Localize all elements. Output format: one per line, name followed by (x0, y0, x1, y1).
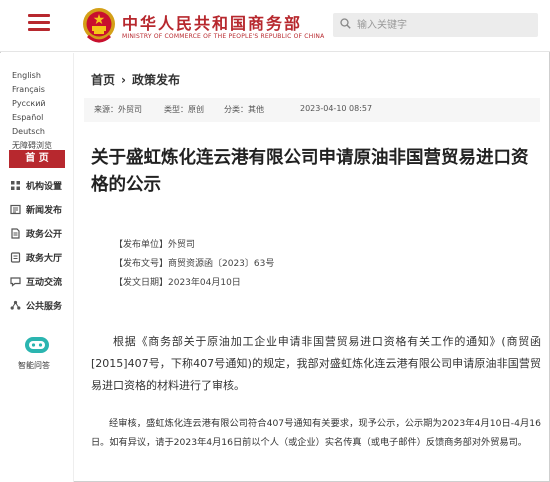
sidebar-item-label: 政务大厅 (26, 253, 63, 264)
sidebar-item-public-service[interactable]: 公共服务 (9, 293, 71, 317)
sidebar-item-interaction[interactable]: 互动交流 (9, 269, 71, 293)
lang-spanish[interactable]: Español (12, 111, 43, 125)
meta-source: 来源：外贸司 (94, 105, 142, 114)
sidebar: EnglishFrançais РусскийEspañol Deutsch 无… (0, 53, 74, 482)
language-links: EnglishFrançais РусскийEspañol Deutsch 无… (12, 69, 72, 153)
site-name-en: MINISTRY OF COMMERCE OF THE PEOPLE'S REP… (122, 33, 325, 40)
breadcrumb-separator: › (121, 73, 126, 87)
search-box (333, 13, 538, 37)
menu-icon[interactable] (28, 14, 50, 32)
search-input[interactable] (357, 16, 532, 34)
breadcrumb-current[interactable]: 政策发布 (132, 73, 180, 87)
document-icon (9, 227, 21, 239)
meta-type: 类型：原创 (164, 105, 204, 114)
article-paragraph-1: 根据《商务部关于原油加工企业申请非国营贸易进口资格有关工作的通知》(商贸函[20… (91, 335, 541, 392)
org-icon (9, 179, 21, 191)
news-icon (9, 203, 21, 215)
sidebar-item-org[interactable]: 机构设置 (9, 173, 71, 197)
public-service-icon (9, 299, 21, 311)
issue-date: 【发文日期】2023年04月10日 (114, 278, 241, 288)
robot-icon[interactable] (22, 334, 52, 356)
sidebar-item-label: 政务公开 (26, 229, 63, 240)
service-hall-icon (9, 251, 21, 263)
article-meta-bar: 来源：外贸司 类型：原创 分类：其他 2023-04-10 08:57 (84, 98, 540, 122)
national-emblem-icon[interactable] (80, 6, 118, 46)
breadcrumb-home[interactable]: 首页 (91, 73, 115, 87)
lang-french[interactable]: Français (12, 83, 45, 97)
sidebar-item-label: 互动交流 (26, 277, 63, 288)
sidebar-item-service-hall[interactable]: 政务大厅 (9, 245, 71, 269)
page-title: 关于盛虹炼化连云港有限公司申请原油非国营贸易进口资格的公示 (91, 148, 529, 195)
doc-number: 【发布文号】商贸资源函〔2023〕63号 (114, 259, 275, 269)
sidebar-item-label: 公共服务 (26, 301, 63, 312)
sidebar-nav: 机构设置 新闻发布 政务公开 政务大厅 互动交流 公共服务 (9, 173, 71, 317)
lang-russian[interactable]: Русский (12, 97, 46, 111)
lang-english[interactable]: English (12, 69, 41, 83)
meta-category: 分类：其他 (224, 105, 264, 114)
sidebar-item-label: 机构设置 (26, 181, 63, 192)
article-paragraph-2: 经审核，盛虹炼化连云港有限公司符合407号通知有关要求，现予公示，公示期为202… (91, 418, 541, 448)
site-header: 中华人民共和国商务部 MINISTRY OF COMMERCE OF THE P… (0, 0, 550, 52)
breadcrumb: 首页 › 政策发布 (91, 71, 180, 88)
search-icon[interactable] (340, 18, 351, 29)
chat-icon (9, 275, 21, 287)
sidebar-item-home[interactable]: 首 页 (9, 150, 65, 168)
sidebar-item-label: 新闻发布 (26, 205, 63, 216)
sidebar-item-open-gov[interactable]: 政务公开 (9, 221, 71, 245)
lang-german[interactable]: Deutsch (12, 125, 45, 139)
document-info: 【发布单位】外贸司 【发布文号】商贸资源函〔2023〕63号 【发文日期】202… (114, 236, 274, 293)
meta-datetime: 2023-04-10 08:57 (300, 104, 373, 113)
site-name-cn[interactable]: 中华人民共和国商务部 (122, 10, 302, 34)
sidebar-item-news[interactable]: 新闻发布 (9, 197, 71, 221)
smart-qa-label[interactable]: 智能问答 (18, 360, 50, 371)
issuer: 【发布单位】外贸司 (114, 240, 196, 250)
page-frame (0, 0, 550, 482)
